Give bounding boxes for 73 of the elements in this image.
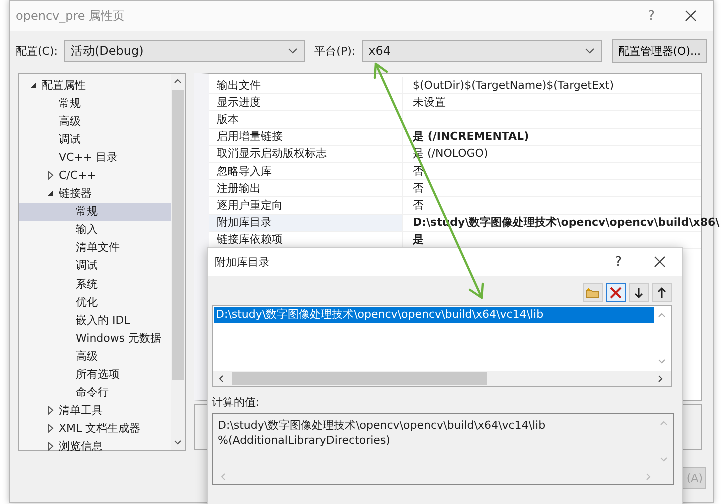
tree-item[interactable]: 清单文件 (19, 238, 171, 257)
property-name[interactable]: 启用增量链接 (209, 128, 403, 145)
property-value[interactable]: 否 (403, 180, 424, 196)
property-value[interactable]: 是 (/INCREMENTAL) (403, 128, 530, 145)
property-name[interactable]: 取消显示启动版权标志 (209, 146, 403, 162)
close-icon[interactable] (685, 10, 697, 22)
property-name[interactable]: 显示进度 (209, 94, 403, 110)
scroll-right-icon[interactable] (658, 374, 663, 382)
tree-item[interactable]: 优化 (19, 293, 171, 312)
tree-item[interactable]: XML 文档生成器 (19, 420, 171, 438)
property-name[interactable]: 注册输出 (209, 180, 403, 196)
tree-item[interactable]: C/C++ (19, 166, 171, 185)
tree-item[interactable]: 高级 (19, 347, 171, 366)
delete-icon (610, 286, 622, 298)
move-down-button[interactable] (629, 283, 649, 302)
tree-item[interactable]: 所有选项 (19, 366, 171, 384)
platform-dropdown[interactable]: x64 (362, 40, 602, 62)
expanded-icon[interactable] (30, 82, 37, 89)
delete-button[interactable] (606, 283, 626, 302)
property-value[interactable]: 否 (403, 162, 424, 180)
scroll-down-icon[interactable] (174, 440, 182, 445)
tree-item[interactable]: Windows 元数据 (19, 329, 171, 348)
property-name[interactable]: 忽略导入库 (209, 162, 403, 180)
property-value[interactable]: 是 (403, 232, 424, 248)
scroll-left-icon[interactable] (219, 374, 224, 382)
scrollbar-thumb[interactable] (232, 372, 487, 385)
chevron-icon (288, 48, 298, 54)
tree-item[interactable]: 清单工具 (19, 402, 171, 420)
collapsed-icon[interactable] (48, 406, 54, 416)
scrollbar-thumb[interactable] (172, 90, 184, 380)
tree-item[interactable]: 高级 (19, 112, 171, 130)
tree-item[interactable]: VC++ 目录 (19, 148, 171, 166)
expanded-icon[interactable] (47, 190, 54, 198)
scroll-up-icon[interactable] (174, 79, 182, 84)
help-button[interactable]: ? (615, 254, 622, 270)
collapsed-icon[interactable] (48, 442, 54, 452)
move-up-button[interactable] (652, 283, 672, 302)
folder-icon (586, 286, 600, 298)
tree-item[interactable]: 浏览信息 (19, 438, 171, 456)
tree-item[interactable]: 输入 (19, 220, 171, 239)
platform-label: 平台(P): (314, 44, 356, 58)
dialog-title: 附加库目录 (215, 254, 271, 270)
property-name[interactable]: 附加库目录 (209, 214, 403, 231)
tree-item[interactable]: 常规 (19, 202, 171, 221)
up-arrow-icon (657, 286, 667, 298)
config-manager-button[interactable]: 配置管理器(O)... (612, 39, 707, 63)
config-label: 配置(C): (16, 44, 58, 58)
property-value[interactable]: 否 (403, 197, 424, 214)
tree-item[interactable]: 配置属性 (19, 76, 171, 94)
tree-item[interactable]: 常规 (19, 94, 171, 112)
tree-item[interactable]: 系统 (19, 275, 171, 294)
tree-item[interactable]: 命令行 (19, 384, 171, 402)
directory-entry[interactable]: D:\study\数字图像处理技术\opencv\opencv\build\x64\vc14\lib (214, 307, 654, 323)
property-value[interactable]: $(OutDir)$(TargetName)$(TargetExt) (403, 77, 614, 94)
collapsed-icon[interactable] (48, 424, 54, 434)
close-icon[interactable] (654, 256, 666, 268)
computed-values-label: 计算的值: (212, 395, 261, 410)
tree-item[interactable]: 嵌入的 IDL (19, 311, 171, 330)
tree-item[interactable]: 调试 (19, 256, 171, 276)
computed-value: %(AdditionalLibraryDirectories) (218, 433, 392, 448)
tree-item[interactable]: 调试 (19, 130, 171, 148)
property-name[interactable]: 输出文件 (209, 77, 403, 94)
property-name[interactable]: 逐用户重定向 (209, 197, 403, 214)
window-title: opencv_pre 属性页 (16, 8, 126, 24)
chevron-icon (585, 48, 596, 54)
config-dropdown[interactable]: 活动(Debug) (64, 40, 305, 62)
tree-item[interactable]: 链接器 (19, 184, 171, 203)
collapsed-icon[interactable] (48, 171, 54, 180)
computed-value: D:\study\数字图像处理技术\opencv\opencv\build\x64\vc14\lib (218, 418, 547, 433)
down-arrow-icon (634, 286, 644, 298)
help-button[interactable]: ? (648, 8, 655, 24)
property-name[interactable]: 版本 (209, 111, 403, 128)
property-value[interactable]: 未设置 (403, 94, 446, 110)
